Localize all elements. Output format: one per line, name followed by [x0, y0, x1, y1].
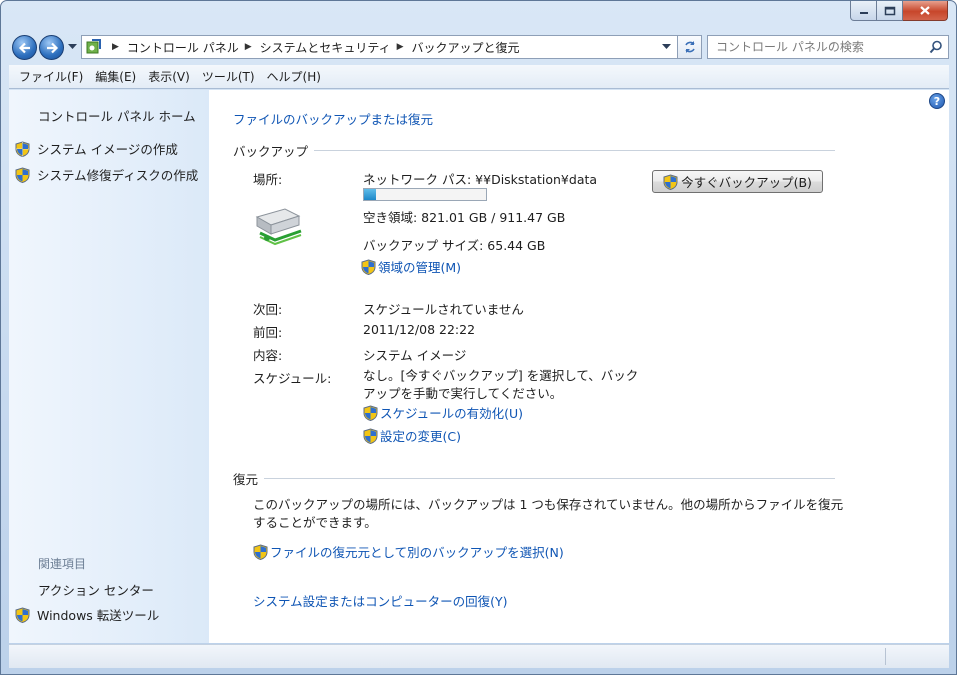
backup-now-label: 今すぐバックアップ(B)	[681, 175, 812, 190]
contents-value: システム イメージ	[363, 348, 467, 363]
schedule-value: なし。[今すぐバックアップ] を選択して、バックアップを手動で実行してください。	[363, 368, 639, 401]
backup-now-button[interactable]: 今すぐバックアップ(B)	[652, 170, 823, 193]
schedule-label: スケジュール:	[253, 371, 332, 386]
menu-tools[interactable]: ツール(T)	[196, 68, 261, 85]
task-pane: コントロール パネル ホーム システム イメージの作成 システム修復ディスクの作…	[9, 90, 209, 643]
status-bar	[9, 644, 949, 668]
uac-shield-icon	[15, 140, 30, 157]
disk-usage-fill	[364, 189, 377, 200]
forward-button[interactable]	[39, 35, 64, 60]
breadcrumb-backup-restore[interactable]: バックアップと復元	[412, 39, 520, 56]
uac-shield-icon	[253, 543, 268, 560]
restore-window-icon	[884, 6, 895, 15]
divider	[264, 478, 835, 479]
sidebar-item-label: Windows 転送ツール	[37, 608, 160, 623]
menu-bar: ファイル(F) 編集(E) 表示(V) ツール(T) ヘルプ(H)	[9, 65, 949, 89]
back-button[interactable]	[12, 35, 37, 60]
caption-buttons	[850, 1, 948, 21]
uac-shield-icon	[361, 258, 376, 275]
related-heading: 関連項目	[38, 557, 87, 571]
next-value: スケジュールされていません	[363, 302, 524, 317]
backup-size: バックアップ サイズ: 65.44 GB	[363, 238, 546, 253]
breadcrumb-separator-icon[interactable]: ▶	[397, 42, 404, 52]
divider	[314, 150, 835, 151]
restore-section-heading: 復元	[233, 469, 835, 488]
address-dropdown-icon[interactable]	[662, 44, 671, 50]
minimize-button[interactable]	[850, 1, 877, 21]
recover-system-link[interactable]: システム設定またはコンピューターの回復(Y)	[253, 591, 508, 610]
maximize-button[interactable]	[877, 1, 903, 21]
menu-edit[interactable]: 編集(E)	[89, 68, 142, 85]
recent-pages-dropdown-icon[interactable]	[68, 44, 77, 50]
search-box[interactable]	[707, 35, 949, 59]
back-arrow-icon	[18, 42, 30, 53]
breadcrumb-system-security[interactable]: システムとセキュリティ	[260, 39, 391, 56]
sidebar-item-label: システム修復ディスクの作成	[37, 168, 199, 183]
breadcrumb-control-panel[interactable]: コントロール パネル	[127, 39, 239, 56]
manage-space-link[interactable]: 領域の管理(M)	[361, 257, 461, 276]
breadcrumb-separator-icon[interactable]: ▶	[245, 42, 252, 52]
network-path: ネットワーク パス: ¥¥Diskstation¥data	[363, 172, 598, 187]
network-drive-icon	[251, 207, 303, 250]
manage-space-label: 領域の管理(M)	[378, 260, 462, 275]
forward-arrow-icon	[46, 42, 58, 53]
content-pane: ? ファイルのバックアップまたは復元 バックアップ 場所: ネットワーク パス:…	[209, 90, 949, 643]
refresh-icon	[684, 41, 695, 53]
last-value: 2011/12/08 22:22	[363, 322, 476, 337]
status-divider	[885, 648, 886, 665]
sidebar-item-label: システム イメージの作成	[37, 142, 178, 157]
sidebar-item-create-repair-disc[interactable]: システム修復ディスクの作成	[15, 165, 198, 184]
minimize-icon	[859, 11, 868, 14]
uac-shield-icon	[363, 427, 378, 444]
control-panel-icon	[84, 39, 106, 55]
backup-heading: バックアップ	[233, 144, 309, 159]
last-label: 前回:	[253, 325, 283, 340]
contents-label: 内容:	[253, 348, 283, 363]
select-other-backup-link[interactable]: ファイルの復元元として別のバックアップを選択(N)	[253, 542, 564, 561]
uac-shield-icon	[15, 166, 30, 183]
restore-message: このバックアップの場所には、バックアップは 1 つも保存されていません。他の場所…	[253, 497, 844, 530]
menu-help[interactable]: ヘルプ(H)	[261, 68, 327, 85]
change-settings-label: 設定の変更(C)	[380, 429, 461, 444]
uac-shield-icon	[363, 404, 378, 421]
window-frame: ▶ コントロール パネル ▶ システムとセキュリティ ▶ バックアップと復元 フ…	[0, 0, 957, 675]
enable-schedule-link[interactable]: スケジュールの有効化(U)	[363, 403, 523, 422]
search-icon[interactable]	[929, 40, 943, 54]
help-icon: ?	[933, 94, 941, 108]
select-other-backup-label: ファイルの復元元として別のバックアップを選択(N)	[270, 545, 564, 560]
navigation-bar: ▶ コントロール パネル ▶ システムとセキュリティ ▶ バックアップと復元	[9, 32, 949, 62]
menu-file[interactable]: ファイル(F)	[13, 68, 89, 85]
backup-restore-files-link[interactable]: ファイルのバックアップまたは復元	[233, 109, 433, 128]
free-space: 空き領域: 821.01 GB / 911.47 GB	[363, 210, 566, 225]
location-label: 場所:	[253, 172, 283, 187]
enable-schedule-label: スケジュールの有効化(U)	[380, 406, 524, 421]
sidebar-item-create-system-image[interactable]: システム イメージの作成	[15, 139, 178, 158]
sidebar-item-windows-easy-transfer[interactable]: Windows 転送ツール	[15, 605, 159, 624]
address-bar[interactable]: ▶ コントロール パネル ▶ システムとセキュリティ ▶ バックアップと復元	[81, 35, 678, 59]
search-input[interactable]	[716, 40, 926, 54]
refresh-button[interactable]	[678, 35, 702, 59]
sidebar-item-action-center[interactable]: アクション センター	[38, 580, 154, 599]
uac-shield-icon	[15, 606, 30, 623]
backup-section-heading: バックアップ	[233, 141, 835, 160]
menu-view[interactable]: 表示(V)	[142, 68, 196, 85]
restore-heading: 復元	[233, 472, 259, 487]
next-label: 次回:	[253, 302, 283, 317]
close-icon	[920, 6, 930, 15]
breadcrumb-separator-icon: ▶	[112, 42, 119, 52]
change-settings-link[interactable]: 設定の変更(C)	[363, 426, 461, 445]
sidebar-item-control-panel-home[interactable]: コントロール パネル ホーム	[38, 106, 196, 125]
help-button[interactable]: ?	[929, 93, 945, 109]
uac-shield-icon	[663, 173, 678, 190]
close-button[interactable]	[903, 1, 948, 21]
disk-usage-bar	[363, 188, 487, 201]
